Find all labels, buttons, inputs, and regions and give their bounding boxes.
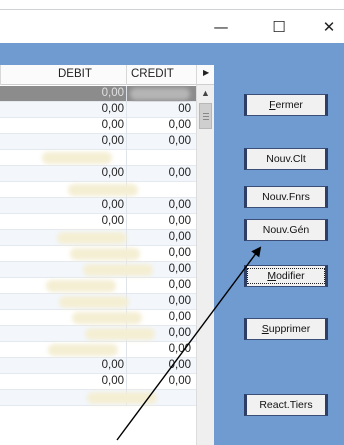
debit-cell[interactable] xyxy=(0,263,124,278)
table-row[interactable]: 0,00 xyxy=(0,262,196,278)
credit-cell[interactable]: 0,00 xyxy=(127,343,191,358)
table-row[interactable]: 0,00 xyxy=(0,278,196,294)
column-separator xyxy=(196,65,197,85)
credit-cell[interactable]: 0,00 xyxy=(127,311,191,326)
credit-cell[interactable]: 0,00 xyxy=(127,247,191,262)
debit-cell[interactable] xyxy=(0,231,124,246)
table-row[interactable]: 0,00 0,00 xyxy=(0,166,196,182)
credit-cell[interactable]: 0,00 xyxy=(127,295,191,310)
debit-cell[interactable] xyxy=(0,151,124,166)
grip-line xyxy=(203,116,209,117)
debit-cell[interactable] xyxy=(0,247,124,262)
credit-cell[interactable] xyxy=(127,87,191,102)
scroll-up-icon[interactable]: ▲ xyxy=(197,85,214,101)
table-row[interactable]: 0,00 0,00 xyxy=(0,374,196,390)
nouv-gen-button[interactable]: Nouv.Gén xyxy=(244,219,328,241)
grip-line xyxy=(203,113,209,114)
debit-cell[interactable] xyxy=(0,391,124,406)
credit-cell[interactable]: 0,00 xyxy=(127,199,191,214)
modifier-button[interactable]: Modifier xyxy=(244,265,328,287)
table-row[interactable]: 0,00 0,00 xyxy=(0,358,196,374)
debit-cell[interactable]: 0,00 xyxy=(0,135,124,150)
table-row[interactable]: 0,00 xyxy=(0,310,196,326)
credit-cell[interactable]: 0,00 xyxy=(127,215,191,230)
debit-cell[interactable] xyxy=(0,295,124,310)
application-window: — ☐ ✕ DEBIT CREDIT ▶ 0,00 0,00 00 0,00 0,00 0… xyxy=(0,0,344,445)
fermer-label: ermer xyxy=(275,99,303,111)
close-button[interactable]: ✕ xyxy=(314,10,344,43)
table-row[interactable]: 0,00 0,00 xyxy=(0,214,196,230)
credit-cell[interactable] xyxy=(127,151,191,166)
debit-cell[interactable]: 0,00 xyxy=(0,167,124,182)
debit-cell[interactable]: 0,00 xyxy=(0,215,124,230)
credit-cell[interactable]: 0,00 xyxy=(127,119,191,134)
table-row[interactable] xyxy=(0,390,196,406)
grip-line xyxy=(203,119,209,120)
debit-cell[interactable] xyxy=(0,183,124,198)
table-row[interactable] xyxy=(0,182,196,198)
credit-cell[interactable] xyxy=(127,391,191,406)
table-row[interactable]: 0,00 xyxy=(0,294,196,310)
supprimer-label: upprimer xyxy=(268,323,311,335)
table-row[interactable]: 0,00 0,00 xyxy=(0,118,196,134)
debit-cell[interactable]: 0,00 xyxy=(0,359,124,374)
supprimer-button[interactable]: Supprimer xyxy=(244,318,328,340)
vertical-scrollbar[interactable]: ▲ xyxy=(196,85,214,445)
table-row[interactable]: 0,00 xyxy=(0,246,196,262)
credit-cell[interactable]: 0,00 xyxy=(127,327,191,342)
debit-cell[interactable] xyxy=(0,327,124,342)
table-row[interactable] xyxy=(0,150,196,166)
credit-cell[interactable]: 0,00 xyxy=(127,231,191,246)
credit-cell[interactable] xyxy=(127,183,191,198)
accounts-grid[interactable]: DEBIT CREDIT ▶ 0,00 0,00 00 0,00 0,00 0,00 0,0… xyxy=(0,65,214,445)
column-separator xyxy=(0,65,1,85)
table-row[interactable]: 0,00 xyxy=(0,86,196,102)
credit-cell[interactable]: 00 xyxy=(127,103,191,118)
credit-cell[interactable]: 0,00 xyxy=(127,263,191,278)
minimize-button[interactable]: — xyxy=(206,10,236,43)
column-header-debit[interactable]: DEBIT xyxy=(58,68,92,80)
table-row[interactable]: 0,00 00 xyxy=(0,102,196,118)
debit-cell[interactable]: 0,00 xyxy=(0,199,124,214)
nouv-clt-button[interactable]: Nouv.Clt xyxy=(244,148,328,170)
debit-cell[interactable]: 0,00 xyxy=(0,375,124,390)
supprimer-accel: S xyxy=(261,323,269,335)
table-row[interactable]: 0,00 xyxy=(0,342,196,358)
table-row[interactable]: 0,00 xyxy=(0,230,196,246)
maximize-button[interactable]: ☐ xyxy=(264,10,294,43)
grid-header: DEBIT CREDIT ▶ xyxy=(0,65,214,85)
column-separator[interactable] xyxy=(126,65,127,85)
header-scroll-right-icon[interactable]: ▶ xyxy=(203,68,209,77)
table-row[interactable]: 0,00 0,00 xyxy=(0,198,196,214)
credit-cell[interactable]: 0,00 xyxy=(127,359,191,374)
credit-cell[interactable]: 0,00 xyxy=(127,375,191,390)
debit-cell[interactable] xyxy=(0,343,124,358)
debit-cell[interactable]: 0,00 xyxy=(0,119,124,134)
react-tiers-button[interactable]: React.Tiers xyxy=(244,394,328,416)
scroll-thumb[interactable] xyxy=(199,103,212,129)
credit-cell[interactable]: 0,00 xyxy=(127,279,191,294)
debit-cell[interactable] xyxy=(0,279,124,294)
debit-cell[interactable]: 0,00 xyxy=(0,87,124,102)
nouv-fnrs-button[interactable]: Nouv.Fnrs xyxy=(244,186,328,208)
modifier-label: odifier xyxy=(276,270,305,282)
credit-cell[interactable]: 0,00 xyxy=(127,167,191,182)
fermer-button[interactable]: Fermer xyxy=(244,94,328,116)
debit-cell[interactable] xyxy=(0,311,124,326)
table-row[interactable]: 0,00 xyxy=(0,326,196,342)
table-row[interactable]: 0,00 0,00 xyxy=(0,134,196,150)
debit-cell[interactable]: 0,00 xyxy=(0,103,124,118)
credit-cell[interactable]: 0,00 xyxy=(127,135,191,150)
column-header-credit[interactable]: CREDIT xyxy=(131,68,174,80)
modifier-accel: M xyxy=(267,270,277,282)
